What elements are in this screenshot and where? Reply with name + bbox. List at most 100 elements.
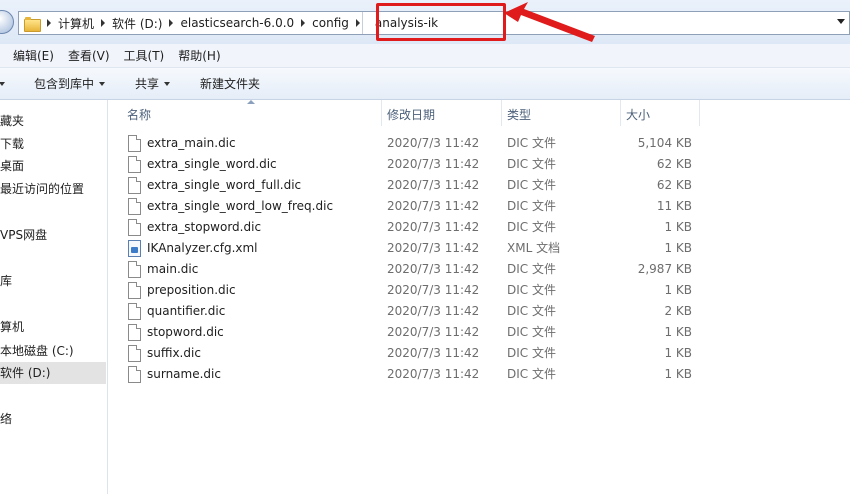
include-in-library-button[interactable]: 包含到库中 [34,75,106,92]
file-row[interactable]: surname.dic 2020/7/3 11:42 DIC 文件 1 KB [108,364,850,385]
file-date: 2020/7/3 11:42 [387,136,480,150]
file-row[interactable]: extra_single_word.dic 2020/7/3 11:42 DIC… [108,154,850,175]
breadcrumb-config[interactable]: config [312,16,349,30]
nav-item-libraries[interactable]: 库 [0,270,12,292]
file-name: extra_stopword.dic [147,220,262,234]
menu-edit[interactable]: 编辑(E) [13,47,54,64]
share-button[interactable]: 共享 [135,75,171,92]
file-icon [128,156,141,173]
nav-item-recent-places[interactable]: 最近访问的位置 [0,178,84,200]
chevron-right-icon[interactable] [47,19,51,27]
file-date: 2020/7/3 11:42 [387,325,480,339]
file-row[interactable]: IKAnalyzer.cfg.xml 2020/7/3 11:42 XML 文档… [108,238,850,259]
file-date: 2020/7/3 11:42 [387,304,480,318]
file-icon [128,135,141,152]
nav-item-local-disk-c[interactable]: 本地磁盘 (C:) [0,340,74,362]
column-header-date[interactable]: 修改日期 [387,103,435,127]
file-date: 2020/7/3 11:42 [387,178,480,192]
file-type: DIC 文件 [507,346,556,360]
menu-bar: 编辑(E) 查看(V) 工具(T) 帮助(H) [0,44,850,68]
organize-dropdown-icon[interactable] [0,81,5,86]
file-icon [128,219,141,236]
file-icon [128,261,141,278]
breadcrumb-drive-d[interactable]: 软件 (D:) [112,15,162,32]
menu-view[interactable]: 查看(V) [68,47,110,64]
nav-item-network[interactable]: 络 [0,408,12,430]
file-date: 2020/7/3 11:42 [387,262,480,276]
file-size: 1 KB [664,325,692,339]
file-row[interactable]: extra_single_word_low_freq.dic 2020/7/3 … [108,196,850,217]
nav-item-downloads[interactable]: 下载 [0,133,24,155]
file-name: extra_single_word.dic [147,157,277,171]
file-size: 1 KB [664,241,692,255]
new-folder-button[interactable]: 新建文件夹 [200,75,260,92]
nav-item-vps-drive[interactable]: VPS网盘 [0,224,47,246]
file-name: suffix.dic [147,346,201,360]
file-name: surname.dic [147,367,221,381]
file-name: IKAnalyzer.cfg.xml [147,241,258,255]
file-row[interactable]: extra_main.dic 2020/7/3 11:42 DIC 文件 5,1… [108,133,850,154]
file-date: 2020/7/3 11:42 [387,241,480,255]
address-history-dropdown-icon[interactable] [837,19,845,24]
file-name: extra_single_word_low_freq.dic [147,199,334,213]
breadcrumb-computer[interactable]: 计算机 [58,15,94,32]
column-header-name[interactable]: 名称 [127,103,151,127]
menu-help[interactable]: 帮助(H) [178,47,220,64]
file-name: stopword.dic [147,325,224,339]
column-divider[interactable] [699,100,700,126]
nav-item-favorites[interactable]: 藏夹 [0,110,24,132]
file-type: DIC 文件 [507,157,556,171]
menu-tools[interactable]: 工具(T) [124,47,165,64]
file-name: main.dic [147,262,199,276]
new-folder-label: 新建文件夹 [200,77,261,91]
file-type: DIC 文件 [507,304,556,318]
file-date: 2020/7/3 11:42 [387,199,480,213]
file-row[interactable]: stopword.dic 2020/7/3 11:42 DIC 文件 1 KB [108,322,850,343]
breadcrumb-elasticsearch[interactable]: elasticsearch-6.0.0 [180,16,294,30]
nav-item-drive-d[interactable]: 软件 (D:) [0,362,106,384]
file-name: preposition.dic [147,283,236,297]
file-size: 1 KB [664,220,692,234]
file-type: DIC 文件 [507,367,556,381]
file-date: 2020/7/3 11:42 [387,367,480,381]
column-header-type[interactable]: 类型 [507,103,531,127]
file-type: DIC 文件 [507,220,556,234]
file-row[interactable]: preposition.dic 2020/7/3 11:42 DIC 文件 1 … [108,280,850,301]
back-button[interactable] [0,10,14,34]
file-type: DIC 文件 [507,262,556,276]
file-row[interactable]: quantifier.dic 2020/7/3 11:42 DIC 文件 2 K… [108,301,850,322]
include-in-library-label: 包含到库中 [34,77,95,91]
file-type: DIC 文件 [507,199,556,213]
file-row[interactable]: extra_stopword.dic 2020/7/3 11:42 DIC 文件… [108,217,850,238]
nav-item-desktop[interactable]: 桌面 [0,155,24,177]
file-date: 2020/7/3 11:42 [387,220,480,234]
sort-ascending-icon [247,100,255,104]
share-label: 共享 [135,77,160,91]
file-row[interactable]: main.dic 2020/7/3 11:42 DIC 文件 2,987 KB [108,259,850,280]
column-divider[interactable] [381,100,382,126]
file-size: 1 KB [664,346,692,360]
file-size: 11 KB [656,199,692,213]
file-size: 2,987 KB [637,262,692,276]
file-type: DIC 文件 [507,325,556,339]
file-size: 62 KB [656,178,692,192]
nav-item-computer[interactable]: 算机 [0,316,24,338]
chevron-right-icon[interactable] [301,19,306,27]
file-size: 1 KB [664,367,692,381]
file-type: XML 文档 [507,241,561,255]
column-divider[interactable] [501,100,502,126]
chevron-right-icon[interactable] [101,19,106,27]
file-row[interactable]: suffix.dic 2020/7/3 11:42 DIC 文件 1 KB [108,343,850,364]
chevron-down-icon [164,81,171,86]
file-icon [128,303,141,320]
chevron-right-icon[interactable] [169,19,174,27]
file-icon [128,345,141,362]
chevron-right-icon[interactable] [355,19,360,27]
column-divider[interactable] [620,100,621,126]
navigation-pane: 藏夹 下载 桌面 最近访问的位置 VPS网盘 库 算机 本地磁盘 (C:) 软件… [0,100,108,494]
column-header-size[interactable]: 大小 [626,103,650,127]
file-date: 2020/7/3 11:42 [387,157,480,171]
file-row[interactable]: extra_single_word_full.dic 2020/7/3 11:4… [108,175,850,196]
file-icon [128,177,141,194]
file-size: 62 KB [656,157,692,171]
